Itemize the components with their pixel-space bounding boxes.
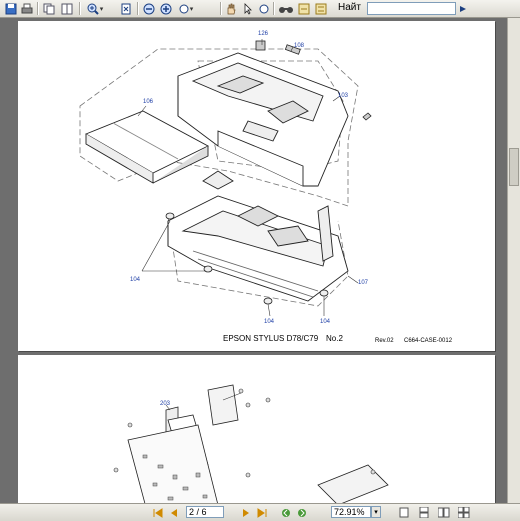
find-next-icon[interactable] [457, 1, 469, 16]
zoom-in-icon[interactable]: ▾ [84, 1, 106, 16]
top-toolbar: ▾ ▾ Найт [0, 0, 520, 18]
callout-126: 126 [258, 31, 269, 37]
zoom-level-dropdown-icon[interactable]: ▾ [371, 506, 381, 518]
copy-icon[interactable] [42, 1, 56, 16]
next-view-nav-icon[interactable] [296, 506, 308, 519]
zoom-dropdown-icon[interactable]: ▾ [176, 1, 196, 16]
save-icon[interactable] [4, 1, 18, 16]
pdf-page-1: 126 108 103 106 104 107 104 104 EPSON ST… [18, 21, 495, 351]
last-page-icon[interactable] [256, 506, 268, 519]
callout-104-bottom-left: 104 [264, 319, 275, 325]
scrollbar-thumb[interactable] [509, 148, 519, 186]
page-footer-model: EPSON STYLUS D78/C79 [223, 334, 319, 343]
two-page-icon[interactable] [60, 1, 74, 16]
navigation-bar: ▾ [0, 503, 520, 521]
zoom-out-alt-icon[interactable] [158, 1, 174, 16]
find-input[interactable] [367, 2, 456, 15]
continuous-facing-view-icon[interactable] [456, 506, 472, 519]
single-page-view-icon[interactable] [396, 506, 412, 519]
callout-104-bottom-right: 104 [320, 319, 331, 325]
continuous-view-icon[interactable] [416, 506, 432, 519]
callout-104-left: 104 [130, 277, 141, 283]
callout-203: 203 [160, 401, 171, 407]
callout-108: 108 [294, 43, 305, 49]
zoom-level-input[interactable] [331, 506, 371, 518]
page-footer-number: No.2 [326, 334, 343, 343]
exploded-view-diagram: 126 108 103 106 104 107 104 104 EPSON ST… [79, 31, 453, 344]
hand-tool-icon[interactable] [224, 1, 238, 16]
zoom-out-icon[interactable] [142, 1, 156, 16]
find-icon[interactable] [277, 1, 295, 16]
document-viewer[interactable]: 126 108 103 106 104 107 104 104 EPSON ST… [0, 18, 520, 503]
page-number-input[interactable] [186, 506, 224, 518]
exploded-view-diagram-2: 203 [113, 384, 389, 503]
next-view-icon[interactable] [314, 1, 328, 16]
previous-view-nav-icon[interactable] [280, 506, 292, 519]
page-footer-revision: Rev.02 [375, 338, 394, 344]
vertical-scrollbar[interactable] [507, 18, 520, 503]
find-label: Найт [338, 2, 361, 13]
previous-page-icon[interactable] [168, 506, 180, 519]
lower-frame [167, 170, 349, 302]
select-tool-icon[interactable] [241, 1, 255, 16]
callout-103: 103 [338, 93, 349, 99]
next-page-icon[interactable] [240, 506, 252, 519]
callout-106: 106 [143, 99, 154, 105]
zoom-tool-icon[interactable] [258, 1, 270, 16]
page-footer-code: C664-CASE-0012 [404, 338, 453, 344]
upper-housing [177, 52, 349, 187]
print-icon[interactable] [20, 1, 34, 16]
facing-view-icon[interactable] [436, 506, 452, 519]
callout-107: 107 [358, 280, 369, 286]
pdf-page-2: 203 [18, 355, 495, 503]
fit-page-icon[interactable] [119, 1, 133, 16]
previous-view-icon[interactable] [297, 1, 311, 16]
first-page-icon[interactable] [152, 506, 164, 519]
